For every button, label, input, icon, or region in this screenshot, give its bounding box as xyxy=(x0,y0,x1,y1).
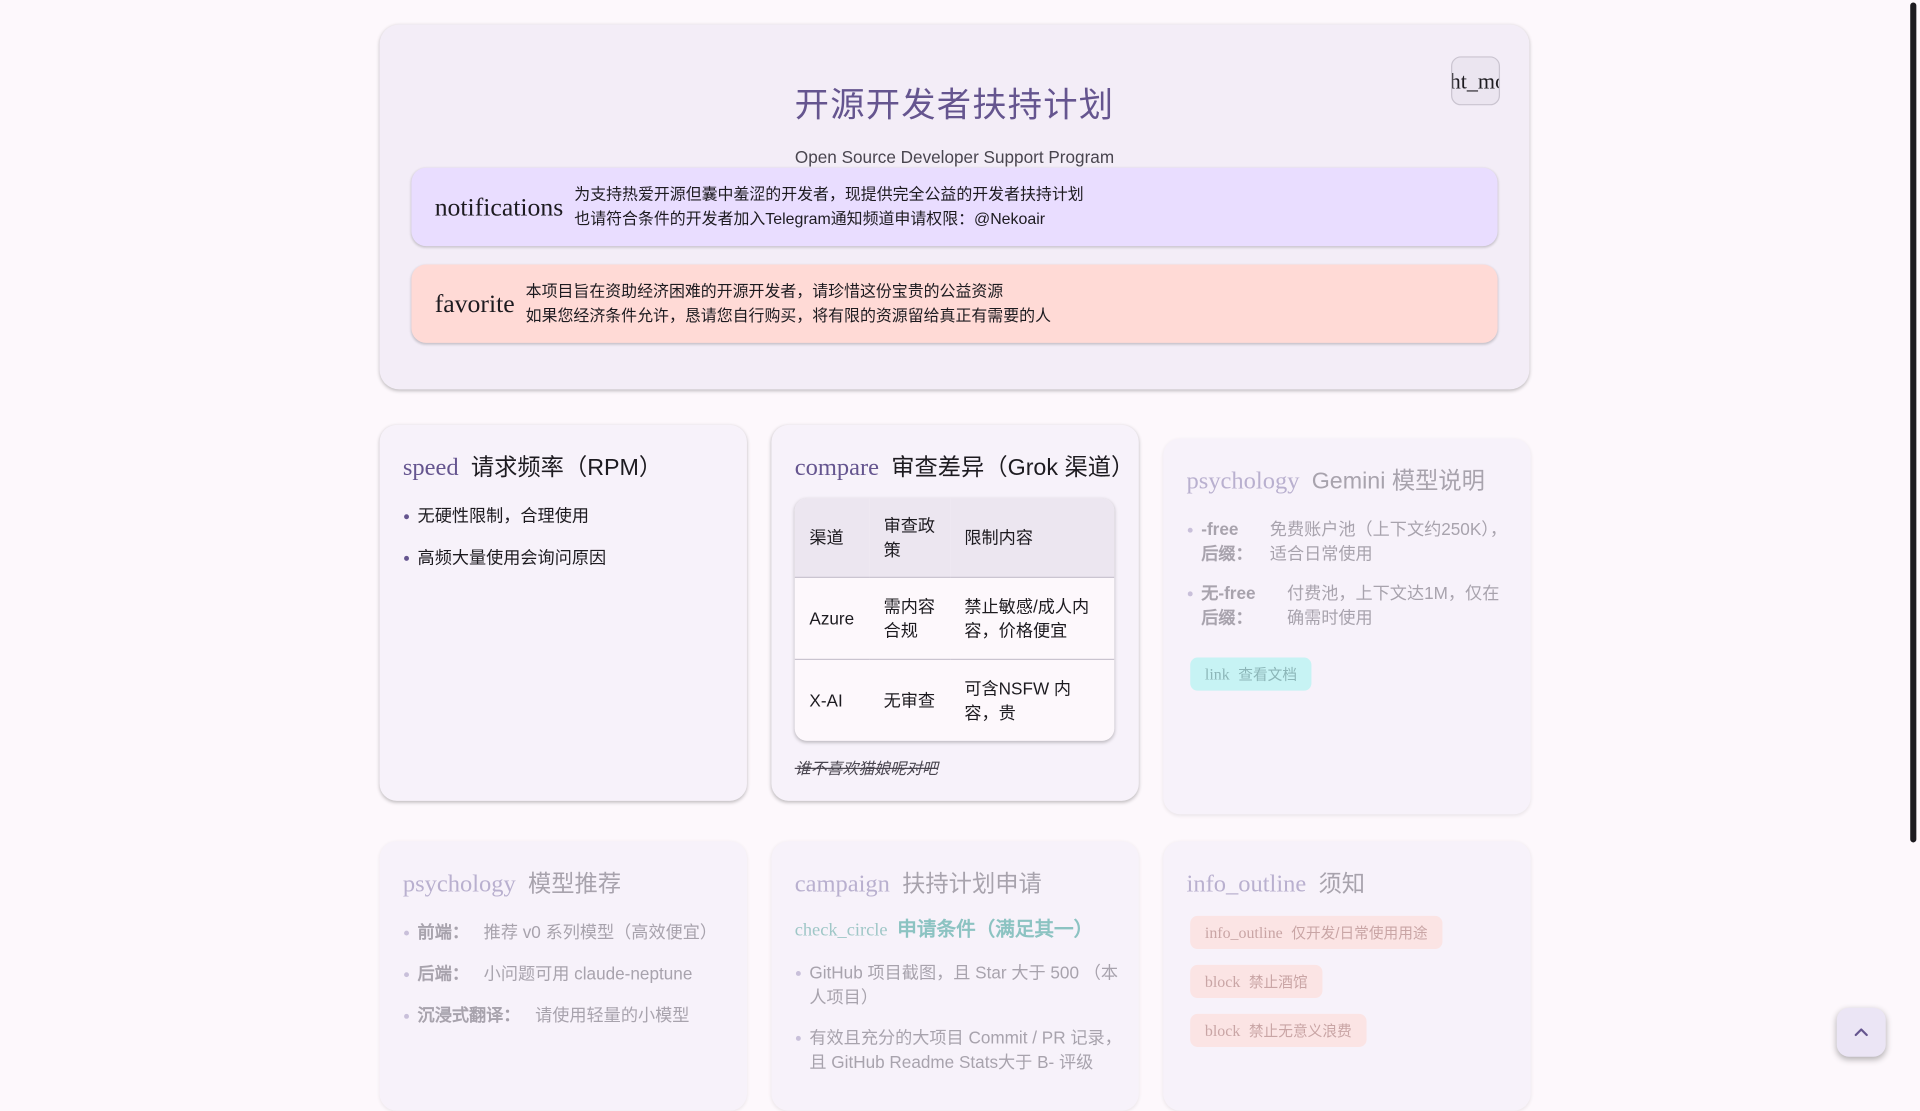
info-outline-icon: info_outline xyxy=(1186,870,1307,898)
check-circle-icon: check_circle xyxy=(794,920,888,941)
speed-icon: speed xyxy=(402,454,459,482)
list-item-value: 付费池，上下文达1M，仅在确需时使用 xyxy=(1286,582,1500,627)
card-title-text: 请求频率（RPM） xyxy=(470,455,663,482)
notice-chip: block 禁止无意义浪费 xyxy=(1190,1013,1367,1047)
info-banner-line: 也请符合条件的开发者加入Telegram通知频道申请权限：@Nekoair xyxy=(574,209,1046,228)
psychology-icon: psychology xyxy=(402,870,516,898)
corner-button[interactable]: ht_mo xyxy=(1451,56,1501,106)
table-cell: 无审查 xyxy=(868,658,950,741)
list-item-key: 沉浸式翻译： xyxy=(417,1005,521,1025)
list-item: 前端： 推荐 v0 系列模型（高效便宜） xyxy=(403,920,732,944)
rpm-list: 无硬性限制，合理使用 高频大量使用会询问原因 xyxy=(403,503,732,569)
warning-banner: favorite 本项目旨在资助经济困难的开源开发者，请珍惜这份宝贵的公益资源 … xyxy=(411,264,1498,343)
models-list: 前端： 推荐 v0 系列模型（高效便宜） 后端： 小问题可用 claude-ne… xyxy=(403,920,732,1028)
notice-card: info_outline 须知 info_outline 仅开发/日常使用用途 … xyxy=(1163,841,1531,1111)
chip-label: 禁止无意义浪费 xyxy=(1248,1022,1352,1040)
list-item-key: 后端： xyxy=(417,963,469,984)
back-to-top-button[interactable] xyxy=(1836,1007,1886,1057)
models-card: psychology 模型推荐 前端： 推荐 v0 系列模型（高效便宜） 后端：… xyxy=(379,841,747,1111)
list-item: 后端： 小问题可用 claude-neptune xyxy=(403,961,732,985)
notice-chip-row: info_outline 仅开发/日常使用用途 xyxy=(1190,915,1443,949)
list-item-key: -free后缀： xyxy=(1201,519,1253,564)
notice-chip-row: block 禁止无意义浪费 xyxy=(1190,1013,1367,1047)
list-item: 无-free后缀： 付费池，上下文达1M，仅在确需时使用 xyxy=(1187,580,1516,629)
list-item-value: 免费账户池（上下文约250K），适合日常使用 xyxy=(1269,519,1507,564)
list-item-value: 请使用轻量的小模型 xyxy=(535,1005,690,1025)
rpm-card: speed 请求频率（RPM） 无硬性限制，合理使用 高频大量使用会询问原因 xyxy=(379,424,747,801)
table-cell: 需内容合规 xyxy=(868,576,950,660)
card-title: info_outline 须知 xyxy=(1187,866,1366,899)
page-subtitle: Open Source Developer Support Program xyxy=(794,146,1115,167)
arrow-up-icon xyxy=(1854,1028,1868,1037)
info-banner-line: 为支持热爱开源但囊中羞涩的开发者，现提供完全公益的开发者扶持计划 xyxy=(574,184,1084,204)
apply-card: campaign 扶持计划申请 check_circle 申请条件（满足其一） … xyxy=(771,841,1139,1111)
table-header: 审查政策 xyxy=(868,498,950,578)
table-header: 限制内容 xyxy=(949,498,1115,578)
notifications-icon: notifications xyxy=(434,191,564,222)
warning-banner-line: 本项目旨在资助经济困难的开源开发者，请珍惜这份宝贵的公益资源 xyxy=(525,281,1004,301)
compare-card: compare 审查差异（Grok 渠道） 渠道 审查政策 限制内容 Azure… xyxy=(771,424,1139,801)
gemini-list: -free后缀： 免费账户池（上下文约250K），适合日常使用 无-free后缀… xyxy=(1187,517,1516,630)
info-outline-icon: info_outline xyxy=(1204,922,1283,942)
list-item: 无硬性限制，合理使用 xyxy=(403,503,732,527)
notice-chip: block 禁止酒馆 xyxy=(1190,964,1323,998)
table-header: 渠道 xyxy=(794,498,869,578)
favorite-icon: favorite xyxy=(434,288,515,318)
card-title: campaign 扶持计划申请 xyxy=(795,866,1042,899)
conditions-heading-text: 申请条件（满足其一） xyxy=(897,919,1094,941)
table-cell: 可含NSFW 内容，贵 xyxy=(949,658,1115,741)
info-banner: notifications 为支持热爱开源但囊中羞涩的开发者，现提供完全公益的开… xyxy=(411,167,1498,247)
compare-icon: compare xyxy=(794,454,880,482)
card-title: psychology 模型推荐 xyxy=(403,866,621,899)
strikethrough-note: 谁不喜欢猫娘呢对吧 xyxy=(794,759,938,778)
table-cell: Azure xyxy=(794,576,869,660)
block-icon: block xyxy=(1204,971,1241,991)
warning-banner-text: 本项目旨在资助经济困难的开源开发者，请珍惜这份宝贵的公益资源 如果您经济条件允许… xyxy=(526,279,1051,328)
list-item-value: 推荐 v0 系列模型（高效便宜） xyxy=(483,922,718,942)
list-item: 沉浸式翻译： 请使用轻量的小模型 xyxy=(403,1003,732,1027)
list-item-key: 前端： xyxy=(417,922,469,942)
page: 开源开发者扶持计划 Open Source Developer Support … xyxy=(0,0,1920,1111)
docs-chip-wrap: link 查看文档 xyxy=(1190,657,1312,691)
list-item: 有效且充分的大项目 Commit / PR 记录，且 GitHub Readme… xyxy=(795,1025,1124,1074)
link-icon: link xyxy=(1204,664,1230,683)
psychology-icon: psychology xyxy=(1186,467,1300,495)
list-item-value: 小问题可用 claude-neptune xyxy=(483,963,693,984)
campaign-icon: campaign xyxy=(794,870,890,898)
view-docs-chip[interactable]: link 查看文档 xyxy=(1190,657,1312,691)
card-title: compare 审查差异（Grok 渠道） xyxy=(795,449,1135,482)
chip-label: 仅开发/日常使用用途 xyxy=(1291,924,1428,942)
list-item: GitHub 项目截图，且 Star 大于 500 （本人项目） xyxy=(795,960,1124,1009)
card-title: psychology Gemini 模型说明 xyxy=(1187,463,1485,496)
compare-table: 渠道 审查政策 限制内容 Azure 需内容合规 禁止敏感/成人内容，价格便宜 … xyxy=(794,498,1115,741)
warning-banner-line: 如果您经济条件允许，恳请您自行购买，将有限的资源留给真正有需要的人 xyxy=(525,306,1052,325)
chip-label: 查看文档 xyxy=(1238,666,1298,684)
list-item-key: 无-free后缀： xyxy=(1201,582,1256,627)
info-banner-text: 为支持热爱开源但囊中羞涩的开发者，现提供完全公益的开发者扶持计划 也请符合条件的… xyxy=(574,182,1083,231)
card-title-text: 模型推荐 xyxy=(528,871,622,898)
card-title: speed 请求频率（RPM） xyxy=(403,449,662,482)
conditions-heading: check_circle 申请条件（满足其一） xyxy=(795,912,1094,941)
list-item: 高频大量使用会询问原因 xyxy=(403,545,732,569)
page-title: 开源开发者扶持计划 xyxy=(794,85,1115,124)
table-header-row: 渠道 审查政策 限制内容 xyxy=(794,498,1115,578)
table-row: X-AI 无审查 可含NSFW 内容，贵 xyxy=(794,658,1115,741)
gemini-card: psychology Gemini 模型说明 -free后缀： 免费账户池（上下… xyxy=(1163,438,1531,815)
notice-chip: info_outline 仅开发/日常使用用途 xyxy=(1190,915,1443,949)
card-title-text: 扶持计划申请 xyxy=(902,871,1042,898)
card-title-text: 须知 xyxy=(1318,871,1366,898)
notice-chip-row: block 禁止酒馆 xyxy=(1190,964,1323,998)
hero-card: 开源开发者扶持计划 Open Source Developer Support … xyxy=(379,24,1530,390)
list-item: -free后缀： 免费账户池（上下文约250K），适合日常使用 xyxy=(1187,517,1516,566)
block-icon: block xyxy=(1204,1020,1241,1039)
scrollbar-thumb[interactable] xyxy=(1910,2,1917,843)
chip-label: 禁止酒馆 xyxy=(1248,973,1308,991)
card-title-text: 审查差异（Grok 渠道） xyxy=(891,455,1135,482)
table-cell: 禁止敏感/成人内容，价格便宜 xyxy=(949,576,1115,660)
table-cell: X-AI xyxy=(794,658,869,741)
conditions-list: GitHub 项目截图，且 Star 大于 500 （本人项目） 有效且充分的大… xyxy=(795,960,1124,1074)
table-row: Azure 需内容合规 禁止敏感/成人内容，价格便宜 xyxy=(794,576,1115,660)
card-title-text: Gemini 模型说明 xyxy=(1311,468,1485,495)
